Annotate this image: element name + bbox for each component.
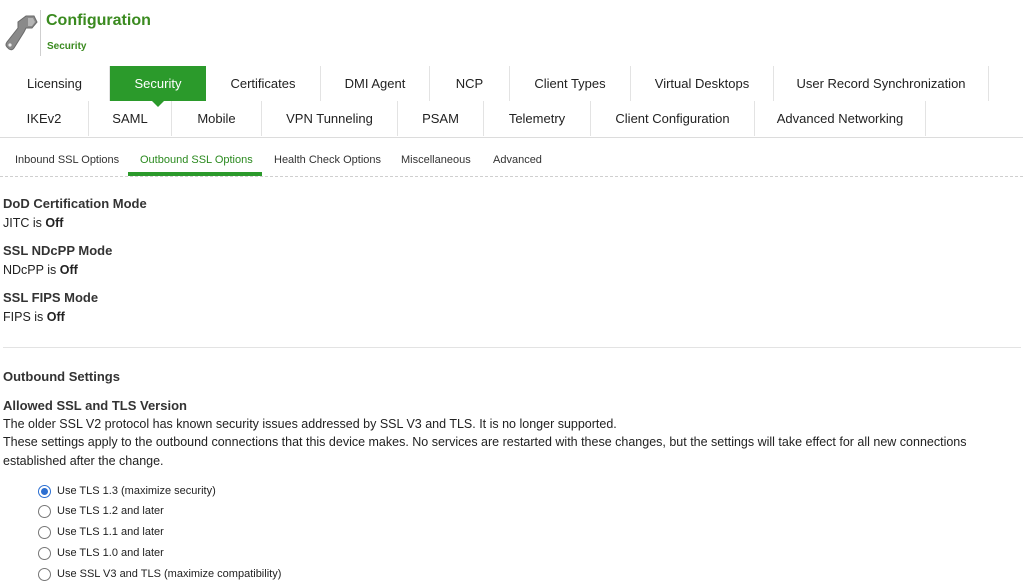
- radio-option-sslv3-tls[interactable]: Use SSL V3 and TLS (maximize compatibili…: [38, 566, 281, 582]
- radio-label-tls10: Use TLS 1.0 and later: [57, 547, 164, 559]
- main-tab-bar: Licensing Security Certificates DMI Agen…: [0, 66, 1023, 138]
- radio-option-tls11[interactable]: Use TLS 1.1 and later: [38, 524, 164, 540]
- dod-status-prefix: JITC is: [3, 216, 46, 230]
- radio-button-tls13[interactable]: [38, 484, 51, 498]
- subtab-miscellaneous[interactable]: Miscellaneous: [401, 154, 471, 166]
- header-divider: [40, 10, 41, 56]
- tab-virtual-desktops[interactable]: Virtual Desktops: [631, 66, 774, 101]
- fips-status-prefix: FIPS is: [3, 310, 47, 324]
- dod-certification-title: DoD Certification Mode: [3, 196, 147, 211]
- dod-status-value: Off: [45, 216, 64, 230]
- wrench-icon: [5, 15, 38, 51]
- tab-mobile[interactable]: Mobile: [172, 101, 262, 136]
- tab-ikev2[interactable]: IKEv2: [0, 101, 89, 136]
- fips-status-value: Off: [46, 310, 65, 324]
- tab-telemetry[interactable]: Telemetry: [484, 101, 591, 136]
- subtab-outbound-ssl-options[interactable]: Outbound SSL Options: [140, 154, 253, 166]
- dod-status: JITC is Off: [3, 216, 63, 230]
- radio-button-tls10[interactable]: [38, 546, 51, 560]
- ndcpp-status-prefix: NDcPP is: [3, 263, 60, 277]
- section-divider: [3, 347, 1021, 348]
- subtab-inbound-ssl-options[interactable]: Inbound SSL Options: [15, 154, 119, 166]
- subtab-advanced[interactable]: Advanced: [493, 154, 542, 166]
- tab-licensing[interactable]: Licensing: [0, 66, 110, 101]
- tab-user-record-synchronization[interactable]: User Record Synchronization: [774, 66, 989, 101]
- ndcpp-status: NDcPP is Off: [3, 263, 78, 277]
- radio-label-tls13: Use TLS 1.3 (maximize security): [57, 485, 216, 497]
- tab-client-types[interactable]: Client Types: [510, 66, 631, 101]
- active-subtab-underline: [128, 172, 262, 176]
- radio-option-tls10[interactable]: Use TLS 1.0 and later: [38, 545, 164, 561]
- radio-button-tls12[interactable]: [38, 504, 51, 518]
- tab-psam[interactable]: PSAM: [398, 101, 484, 136]
- allowed-ssl-tls-title: Allowed SSL and TLS Version: [3, 398, 187, 413]
- fips-mode-title: SSL FIPS Mode: [3, 290, 99, 305]
- radio-button-sslv3-tls[interactable]: [38, 567, 51, 581]
- fips-status: FIPS is Off: [3, 310, 65, 324]
- tab-saml[interactable]: SAML: [89, 101, 172, 136]
- page-subtitle: Security: [47, 41, 87, 52]
- radio-label-sslv3-tls: Use SSL V3 and TLS (maximize compatibili…: [57, 568, 282, 580]
- tab-dmi-agent[interactable]: DMI Agent: [321, 66, 430, 101]
- radio-label-tls11: Use TLS 1.1 and later: [57, 526, 164, 538]
- radio-option-tls12[interactable]: Use TLS 1.2 and later: [38, 503, 164, 519]
- ndcpp-mode-title: SSL NDcPP Mode: [3, 243, 113, 258]
- subtab-health-check-options[interactable]: Health Check Options: [274, 154, 381, 166]
- page-title: Configuration: [46, 12, 151, 29]
- ssl-v2-note: The older SSL V2 protocol has known secu…: [3, 417, 617, 431]
- tab-client-configuration[interactable]: Client Configuration: [591, 101, 755, 136]
- outbound-settings-note: These settings apply to the outbound con…: [3, 435, 967, 468]
- tab-advanced-networking[interactable]: Advanced Networking: [755, 101, 926, 136]
- tab-vpn-tunneling[interactable]: VPN Tunneling: [262, 101, 398, 136]
- radio-button-tls11[interactable]: [38, 525, 51, 539]
- radio-option-tls13[interactable]: Use TLS 1.3 (maximize security): [38, 483, 216, 499]
- tab-ncp[interactable]: NCP: [430, 66, 510, 101]
- tab-certificates[interactable]: Certificates: [206, 66, 321, 101]
- page-header: Configuration Security: [0, 0, 1023, 66]
- radio-label-tls12: Use TLS 1.2 and later: [57, 505, 164, 517]
- tab-security[interactable]: Security: [110, 66, 206, 107]
- ndcpp-status-value: Off: [59, 263, 78, 277]
- outbound-settings-title: Outbound Settings: [3, 369, 120, 384]
